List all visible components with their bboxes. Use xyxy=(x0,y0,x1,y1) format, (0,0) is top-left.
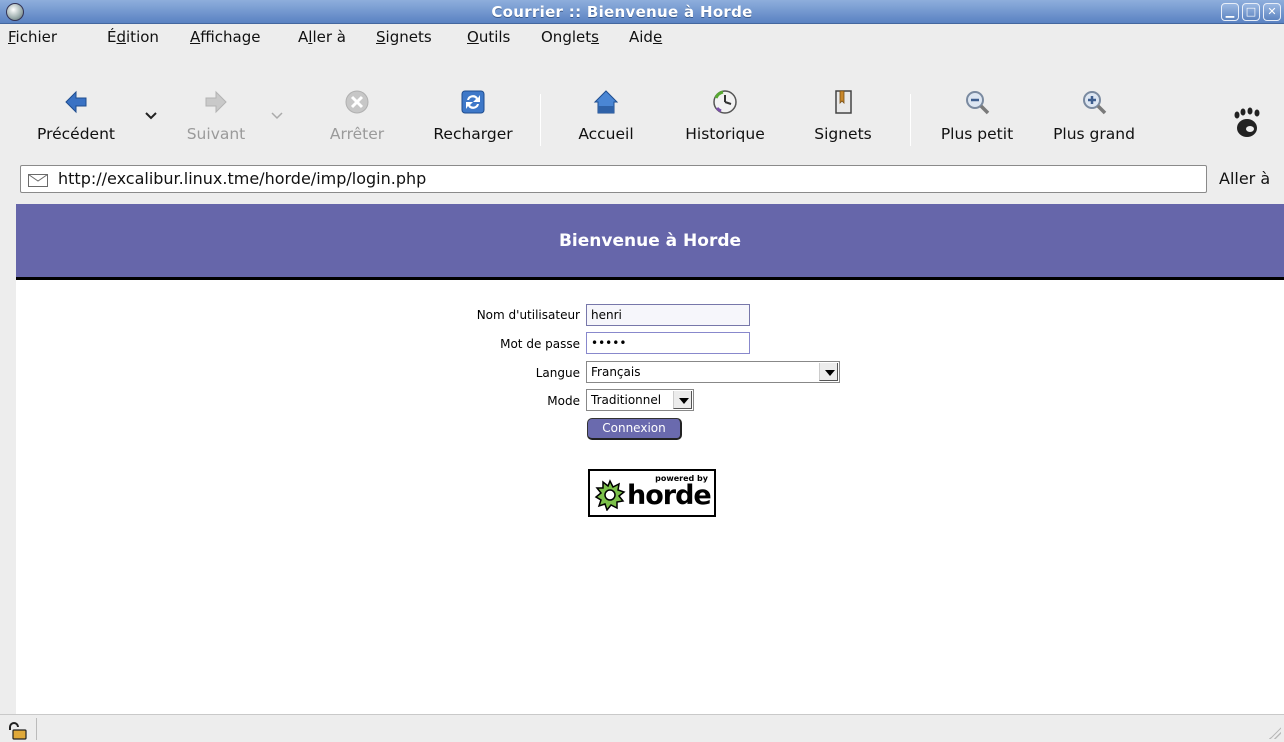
dropdown-arrow-icon xyxy=(673,391,692,409)
reload-icon xyxy=(461,90,485,114)
location-bar: http://excalibur.linux.tme/horde/imp/log… xyxy=(0,162,1284,200)
browser-window: Courrier :: Bienvenue à Horde ▁ □ ✕ Fich… xyxy=(0,0,1284,742)
forward-history-chevron-icon[interactable] xyxy=(270,108,284,122)
back-button[interactable]: Précédent xyxy=(18,82,134,146)
bookmarks-icon xyxy=(835,90,852,114)
menu-edition[interactable]: Édition xyxy=(107,28,159,46)
mail-envelope-icon xyxy=(28,174,48,187)
gnome-foot-icon[interactable] xyxy=(1232,106,1262,138)
minimize-button[interactable]: ▁ xyxy=(1221,3,1239,21)
dropdown-arrow-icon xyxy=(819,363,838,381)
username-label: Nom d'utilisateur xyxy=(476,308,580,322)
language-select[interactable]: Français xyxy=(586,361,840,383)
close-button[interactable]: ✕ xyxy=(1263,3,1281,21)
forward-button[interactable]: Suivant xyxy=(172,82,260,146)
history-button[interactable]: Historique xyxy=(672,82,778,146)
menu-signets[interactable]: Signets xyxy=(376,28,432,46)
back-arrow-icon xyxy=(65,90,87,114)
navigation-toolbar: Précédent Suivant Arrêter Recharger Accu… xyxy=(0,50,1284,162)
window-title: Courrier :: Bienvenue à Horde xyxy=(491,3,753,21)
zoom-in-label: Plus grand xyxy=(1053,125,1135,143)
resize-grip[interactable] xyxy=(1269,727,1281,739)
stop-label: Arrêter xyxy=(329,125,385,143)
bookmarks-label: Signets xyxy=(814,125,872,143)
logo-horde-word: horde xyxy=(627,480,712,511)
toolbar-separator xyxy=(910,94,911,146)
page-title: Bienvenue à Horde xyxy=(558,231,742,251)
menu-aller-a[interactable]: Aller à xyxy=(298,28,346,46)
unlocked-padlock-icon[interactable] xyxy=(6,722,28,740)
back-history-chevron-icon[interactable] xyxy=(144,108,158,122)
status-bar xyxy=(0,714,1284,742)
password-input[interactable]: ••••• xyxy=(586,332,750,354)
menu-fichier[interactable]: Fichier xyxy=(8,28,57,46)
menu-aide[interactable]: Aide xyxy=(629,28,662,46)
stop-button[interactable]: Arrêter xyxy=(316,82,398,146)
mode-select[interactable]: Traditionnel xyxy=(586,389,694,411)
url-text: http://excalibur.linux.tme/horde/imp/log… xyxy=(58,169,427,188)
mode-selected-value: Traditionnel xyxy=(591,393,662,407)
reload-label: Recharger xyxy=(433,125,513,143)
history-label: Historique xyxy=(685,125,765,143)
horde-gear-icon xyxy=(594,479,626,511)
password-label: Mot de passe xyxy=(500,337,580,351)
zoom-in-icon xyxy=(1083,91,1107,115)
page-banner: Bienvenue à Horde xyxy=(16,204,1284,280)
toolbar-separator xyxy=(540,94,541,146)
back-label: Précédent xyxy=(37,125,115,143)
zoom-out-label: Plus petit xyxy=(940,125,1014,143)
home-label: Accueil xyxy=(578,125,634,143)
url-input[interactable]: http://excalibur.linux.tme/horde/imp/log… xyxy=(20,165,1207,193)
zoom-out-icon xyxy=(966,91,990,115)
language-selected-value: Français xyxy=(591,365,641,379)
zoom-in-button[interactable]: Plus grand xyxy=(1040,82,1148,146)
zoom-out-button[interactable]: Plus petit xyxy=(928,82,1026,146)
status-divider xyxy=(36,718,37,740)
page-content: Bienvenue à Horde Nom d'utilisateur henr… xyxy=(16,204,1284,714)
history-clock-icon xyxy=(713,90,737,114)
login-button[interactable]: Connexion xyxy=(587,418,682,440)
menu-onglets[interactable]: Onglets xyxy=(541,28,599,46)
bookmarks-button[interactable]: Signets xyxy=(800,82,886,146)
forward-label: Suivant xyxy=(186,125,246,143)
username-input[interactable]: henri xyxy=(586,304,750,326)
stop-icon xyxy=(345,90,369,114)
home-icon xyxy=(593,90,619,114)
menu-affichage[interactable]: Affichage xyxy=(190,28,260,46)
title-bar: Courrier :: Bienvenue à Horde ▁ □ ✕ xyxy=(0,0,1284,24)
mode-label: Mode xyxy=(547,394,580,408)
maximize-button[interactable]: □ xyxy=(1242,3,1260,21)
powered-by-horde-logo[interactable]: powered by horde xyxy=(588,469,716,517)
home-button[interactable]: Accueil xyxy=(562,82,650,146)
menu-bar: Fichier Édition Affichage Aller à Signet… xyxy=(0,25,1284,49)
forward-arrow-icon xyxy=(205,90,227,114)
menu-outils[interactable]: Outils xyxy=(467,28,510,46)
reload-button[interactable]: Recharger xyxy=(420,82,526,146)
language-label: Langue xyxy=(535,366,580,380)
go-button[interactable]: Aller à xyxy=(1212,165,1284,193)
